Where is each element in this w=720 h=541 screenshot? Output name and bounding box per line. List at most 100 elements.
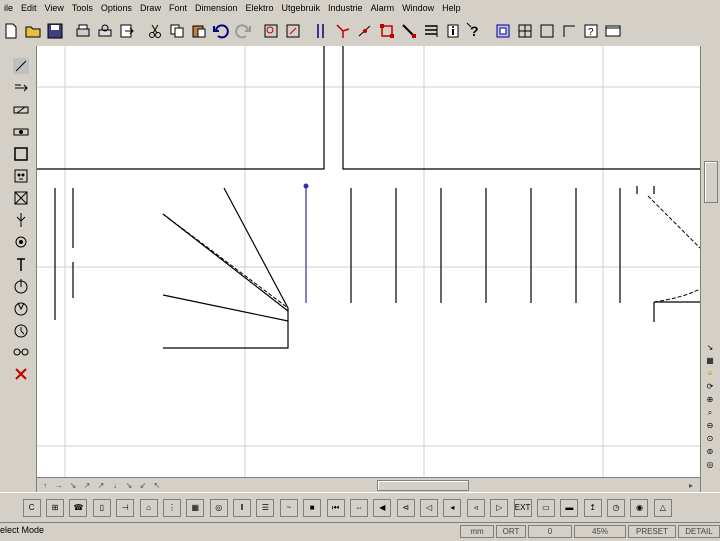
menu-industrie[interactable]: Industrie <box>324 0 367 16</box>
lamp-tool-icon[interactable] <box>10 78 32 98</box>
arrow-right-icon[interactable]: → <box>53 479 65 491</box>
transformer-icon[interactable]: ⇔ <box>349 498 368 517</box>
selection-box-icon[interactable] <box>377 21 397 41</box>
menu-view[interactable]: View <box>41 0 68 16</box>
amplifier-icon[interactable]: ▷ <box>490 498 509 517</box>
menu-ile[interactable]: ile <box>0 0 17 16</box>
menu-utgebruik[interactable]: Utgebruik <box>278 0 325 16</box>
menu-options[interactable]: Options <box>97 0 136 16</box>
window-icon[interactable] <box>603 21 623 41</box>
menu-window[interactable]: Window <box>398 0 438 16</box>
switch-icon[interactable]: ⊣ <box>116 498 135 517</box>
menu-dimension[interactable]: Dimension <box>191 0 242 16</box>
keypad-icon[interactable]: ⋮ <box>162 498 181 517</box>
connector-tool-icon[interactable] <box>10 210 32 230</box>
save-icon[interactable] <box>45 21 65 41</box>
new-icon[interactable] <box>1 21 21 41</box>
speaker-alt-icon[interactable]: ⊲ <box>396 498 415 517</box>
panel-icon[interactable]: ‖ <box>233 498 252 517</box>
copy-icon[interactable] <box>167 21 187 41</box>
socket-tool-icon[interactable] <box>10 122 32 142</box>
zoom-grid-icon[interactable]: ▦ <box>703 355 717 366</box>
status-detail[interactable]: DETAIL <box>678 525 720 538</box>
pointer-icon[interactable] <box>399 21 419 41</box>
alarm-bell-icon[interactable]: ◉ <box>630 498 649 517</box>
status-preset[interactable]: PRESET <box>628 525 676 538</box>
corner-icon[interactable] <box>559 21 579 41</box>
link-tool-icon[interactable] <box>10 342 32 362</box>
box-tool-icon[interactable] <box>10 144 32 164</box>
cable-tool-icon[interactable] <box>10 56 32 76</box>
phone-icon[interactable]: ☎ <box>69 498 88 517</box>
arrow-se-icon[interactable]: ↘ <box>123 479 135 491</box>
zoom-all-icon[interactable]: ◎ <box>703 459 717 470</box>
menu-draw[interactable]: Draw <box>136 0 165 16</box>
horn-icon[interactable]: ◃ <box>466 498 485 517</box>
zoom-in-icon[interactable]: ⊕ <box>703 394 717 405</box>
arrow-up-right-icon[interactable]: ↗ <box>81 479 93 491</box>
arrow-down-right-icon[interactable]: ↘ <box>67 479 79 491</box>
timer-tool-icon[interactable] <box>10 320 32 340</box>
fuse-icon[interactable]: ⊞ <box>46 498 65 517</box>
zoom-yellow-icon[interactable]: ≡ <box>703 368 717 379</box>
arrow-down-icon[interactable]: ↓ <box>109 479 121 491</box>
clock-tool-icon[interactable] <box>10 276 32 296</box>
grid-icon[interactable] <box>515 21 535 41</box>
rectangle-icon[interactable] <box>537 21 557 41</box>
paste-icon[interactable] <box>189 21 209 41</box>
vertical-scrollbar[interactable]: ↘ ▦ ≡ ⟳ ⊕ ⌕ ⊖ ⊙ ⊚ ◎ <box>700 46 720 492</box>
flag-icon[interactable]: △ <box>653 498 672 517</box>
print-preview-icon[interactable] <box>95 21 115 41</box>
menu-edit[interactable]: Edit <box>17 0 41 16</box>
motor-tool-icon[interactable] <box>10 298 32 318</box>
menu-help[interactable]: Help <box>438 0 465 16</box>
lamp-icon[interactable]: ⌂ <box>139 498 158 517</box>
zoom-object-icon[interactable] <box>283 21 303 41</box>
cut-icon[interactable] <box>145 21 165 41</box>
bar-icon[interactable]: ▬ <box>560 498 579 517</box>
zoom-refresh-icon[interactable]: ⟳ <box>703 381 717 392</box>
grid-symbol-icon[interactable]: ▦ <box>186 498 205 517</box>
speaker-b-icon[interactable]: ◁ <box>420 498 439 517</box>
exit-sign-icon[interactable]: EXT <box>513 498 532 517</box>
menu-alarm[interactable]: Alarm <box>367 0 399 16</box>
zoom-fit-icon[interactable]: ⊚ <box>703 446 717 457</box>
zoom-out-icon[interactable]: ⊖ <box>703 420 717 431</box>
stop-icon[interactable]: ■ <box>303 498 322 517</box>
redo-icon[interactable] <box>233 21 253 41</box>
speaker-icon[interactable]: ◀ <box>373 498 392 517</box>
gear-tool-icon[interactable] <box>10 232 32 252</box>
status-ortho[interactable]: ORT <box>496 525 526 538</box>
arrow-ne-icon[interactable]: ↗ <box>95 479 107 491</box>
outlet-tool-icon[interactable] <box>10 166 32 186</box>
layer-icon[interactable] <box>493 21 513 41</box>
clock-icon[interactable]: ◷ <box>607 498 626 517</box>
menu-tools[interactable]: Tools <box>68 0 97 16</box>
menu-font[interactable]: Font <box>165 0 191 16</box>
snap-icon[interactable] <box>333 21 353 41</box>
door-icon[interactable]: ▯ <box>92 498 111 517</box>
arrow-up-icon[interactable]: ↑ <box>39 479 51 491</box>
zoom-arrow-icon[interactable]: ↘ <box>703 342 717 353</box>
open-icon[interactable] <box>23 21 43 41</box>
list-icon[interactable] <box>421 21 441 41</box>
zoom-search-icon[interactable]: ⌕ <box>703 407 717 418</box>
print-icon[interactable] <box>73 21 93 41</box>
horizontal-scrollbar[interactable]: ↑ → ↘ ↗ ↗ ↓ ↘ ↙ ↖ ▸ <box>37 477 700 493</box>
help-question-icon[interactable]: ? <box>581 21 601 41</box>
info-icon[interactable] <box>443 21 463 41</box>
vertical-scroll-thumb[interactable] <box>704 161 718 203</box>
arrow-sw-icon[interactable]: ↙ <box>137 479 149 491</box>
arrow-nw-icon[interactable]: ↖ <box>151 479 163 491</box>
bus-icon[interactable]: ▭ <box>536 498 555 517</box>
drawing-canvas[interactable] <box>37 46 700 477</box>
switch-tool-icon[interactable] <box>10 100 32 120</box>
scroll-right-icon[interactable]: ▸ <box>685 479 697 491</box>
speaker-c-icon[interactable]: ◂ <box>443 498 462 517</box>
node-icon[interactable] <box>355 21 375 41</box>
speaker-box-icon[interactable]: ☰ <box>256 498 275 517</box>
undo-icon[interactable] <box>211 21 231 41</box>
curve-icon[interactable]: ~ <box>279 498 298 517</box>
probe-tool-icon[interactable] <box>10 254 32 274</box>
menu-elektro[interactable]: Elektro <box>242 0 278 16</box>
